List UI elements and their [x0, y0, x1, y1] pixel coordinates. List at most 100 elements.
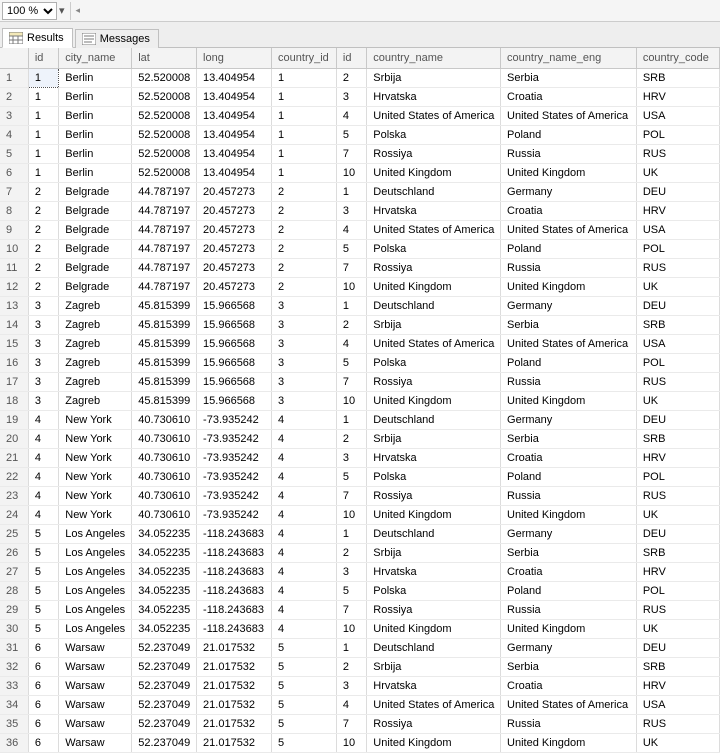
cell[interactable]: United Kingdom [501, 619, 637, 638]
cell[interactable]: 2 [28, 182, 58, 201]
cell[interactable]: 7 [336, 600, 366, 619]
cell[interactable]: Croatia [501, 448, 637, 467]
cell[interactable]: 3 [28, 315, 58, 334]
cell[interactable]: Deutschland [367, 410, 501, 429]
cell[interactable]: United Kingdom [367, 733, 501, 752]
cell[interactable]: 3 [272, 334, 337, 353]
cell[interactable]: 4 [272, 581, 337, 600]
cell[interactable]: USA [636, 220, 719, 239]
cell[interactable]: 5 [272, 638, 337, 657]
cell[interactable]: SRB [636, 429, 719, 448]
table-row[interactable]: 336Warsaw52.23704921.01753253HrvatskaCro… [0, 676, 720, 695]
cell[interactable]: United States of America [501, 106, 637, 125]
cell[interactable]: RUS [636, 486, 719, 505]
cell[interactable]: 2 [272, 182, 337, 201]
table-row[interactable]: 82Belgrade44.78719720.45727323HrvatskaCr… [0, 201, 720, 220]
cell[interactable]: SRB [636, 68, 719, 87]
cell[interactable]: DEU [636, 410, 719, 429]
table-row[interactable]: 194New York40.730610-73.93524241Deutschl… [0, 410, 720, 429]
row-number[interactable]: 21 [0, 448, 28, 467]
cell[interactable]: 5 [28, 600, 58, 619]
row-number[interactable]: 27 [0, 562, 28, 581]
cell[interactable]: 15.966568 [197, 334, 272, 353]
cell[interactable]: 20.457273 [197, 277, 272, 296]
row-number[interactable]: 32 [0, 657, 28, 676]
cell[interactable]: 10 [336, 163, 366, 182]
table-row[interactable]: 214New York40.730610-73.93524243Hrvatska… [0, 448, 720, 467]
zoom-select[interactable]: 100 % [2, 2, 57, 20]
cell[interactable]: Belgrade [59, 277, 132, 296]
cell[interactable]: Srbija [367, 315, 501, 334]
cell[interactable]: Warsaw [59, 638, 132, 657]
cell[interactable]: 3 [28, 334, 58, 353]
cell[interactable]: Poland [501, 581, 637, 600]
cell[interactable]: 1 [28, 125, 58, 144]
cell[interactable]: Germany [501, 410, 637, 429]
cell[interactable]: Poland [501, 467, 637, 486]
cell[interactable]: Srbija [367, 657, 501, 676]
cell[interactable]: -73.935242 [197, 467, 272, 486]
table-row[interactable]: 204New York40.730610-73.93524242SrbijaSe… [0, 429, 720, 448]
cell[interactable]: 13.404954 [197, 106, 272, 125]
cell[interactable]: 44.787197 [132, 277, 197, 296]
row-number[interactable]: 20 [0, 429, 28, 448]
row-number[interactable]: 16 [0, 353, 28, 372]
table-row[interactable]: 275Los Angeles34.052235-118.24368343Hrva… [0, 562, 720, 581]
cell[interactable]: UK [636, 505, 719, 524]
cell[interactable]: Rossiya [367, 372, 501, 391]
cell[interactable]: Serbia [501, 68, 637, 87]
cell[interactable]: RUS [636, 372, 719, 391]
row-number[interactable]: 34 [0, 695, 28, 714]
cell[interactable]: 4 [272, 448, 337, 467]
cell[interactable]: 3 [336, 87, 366, 106]
cell[interactable]: POL [636, 125, 719, 144]
cell[interactable]: 2 [272, 258, 337, 277]
cell[interactable]: 2 [28, 277, 58, 296]
cell[interactable]: Berlin [59, 144, 132, 163]
cell[interactable]: RUS [636, 714, 719, 733]
cell[interactable]: Croatia [501, 201, 637, 220]
table-row[interactable]: 183Zagreb45.81539915.966568310United Kin… [0, 391, 720, 410]
column-header[interactable]: city_name [59, 48, 132, 68]
table-row[interactable]: 133Zagreb45.81539915.96656831Deutschland… [0, 296, 720, 315]
cell[interactable]: Rossiya [367, 600, 501, 619]
cell[interactable]: 1 [336, 410, 366, 429]
cell[interactable]: 1 [272, 144, 337, 163]
cell[interactable]: 21.017532 [197, 638, 272, 657]
table-row[interactable]: 21Berlin52.52000813.40495413HrvatskaCroa… [0, 87, 720, 106]
cell[interactable]: Russia [501, 486, 637, 505]
cell[interactable]: Zagreb [59, 315, 132, 334]
cell[interactable]: 5 [336, 353, 366, 372]
cell[interactable]: 5 [336, 125, 366, 144]
cell[interactable]: Serbia [501, 429, 637, 448]
cell[interactable]: United Kingdom [367, 163, 501, 182]
results-grid-container[interactable]: idcity_namelatlongcountry_ididcountry_na… [0, 48, 720, 753]
cell[interactable]: 21.017532 [197, 657, 272, 676]
cell[interactable]: 6 [28, 638, 58, 657]
cell[interactable]: Germany [501, 524, 637, 543]
cell[interactable]: 45.815399 [132, 315, 197, 334]
cell[interactable]: Polska [367, 125, 501, 144]
cell[interactable]: 15.966568 [197, 296, 272, 315]
table-row[interactable]: 122Belgrade44.78719720.457273210United K… [0, 277, 720, 296]
cell[interactable]: SRB [636, 657, 719, 676]
cell[interactable]: 1 [272, 163, 337, 182]
cell[interactable]: Zagreb [59, 353, 132, 372]
table-row[interactable]: 316Warsaw52.23704921.01753251Deutschland… [0, 638, 720, 657]
cell[interactable]: United Kingdom [501, 391, 637, 410]
row-header-blank[interactable] [0, 48, 28, 68]
cell[interactable]: 2 [28, 258, 58, 277]
cell[interactable]: 3 [336, 201, 366, 220]
cell[interactable]: POL [636, 239, 719, 258]
cell[interactable]: HRV [636, 676, 719, 695]
cell[interactable]: 3 [28, 391, 58, 410]
row-number[interactable]: 33 [0, 676, 28, 695]
cell[interactable]: 52.237049 [132, 733, 197, 752]
cell[interactable]: Rossiya [367, 258, 501, 277]
cell[interactable]: 5 [272, 657, 337, 676]
table-row[interactable]: 51Berlin52.52000813.40495417RossiyaRussi… [0, 144, 720, 163]
cell[interactable]: 52.520008 [132, 125, 197, 144]
cell[interactable]: DEU [636, 524, 719, 543]
table-row[interactable]: 31Berlin52.52000813.40495414United State… [0, 106, 720, 125]
cell[interactable]: -118.243683 [197, 581, 272, 600]
